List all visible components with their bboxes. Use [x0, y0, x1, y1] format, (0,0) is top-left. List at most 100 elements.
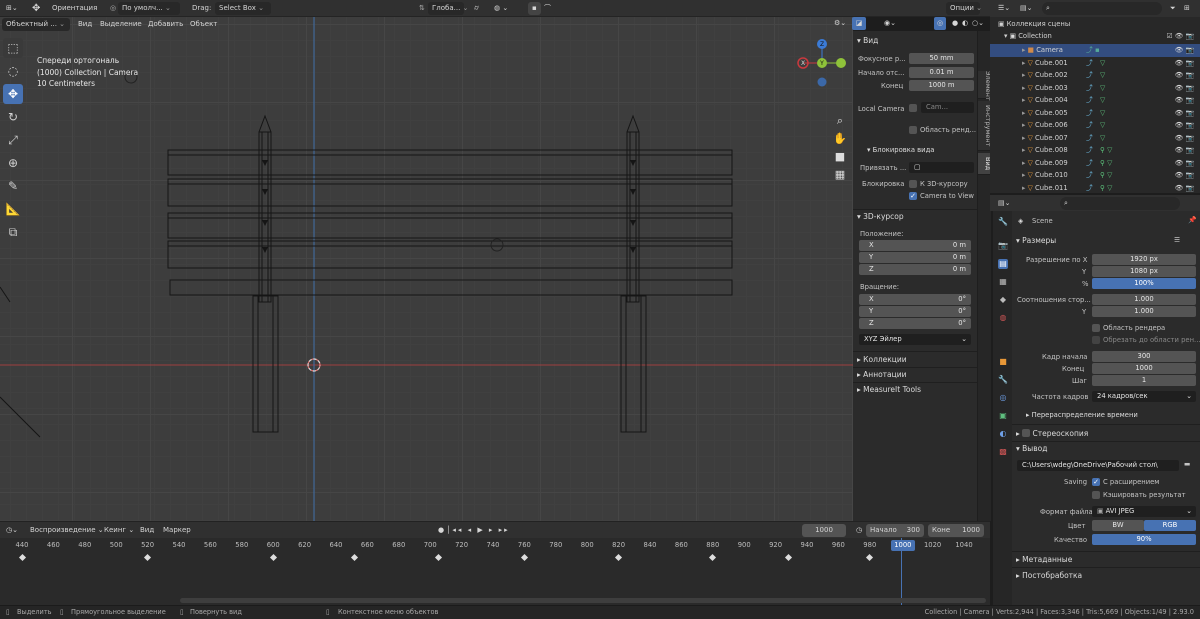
color-rgb-button[interactable]: RGB	[1144, 520, 1196, 531]
cursor-rot-y[interactable]: Y 0°	[859, 306, 971, 317]
keyframe-diamond[interactable]	[866, 553, 874, 562]
view-menu[interactable]: Вид	[74, 18, 96, 31]
visibility-toggles[interactable]: 👁 📷	[1175, 132, 1194, 145]
expand-icon[interactable]: ▸	[1022, 171, 1025, 179]
frame-step-field[interactable]: 1	[1092, 375, 1196, 386]
annotations-panel-header[interactable]: ▸ Аннотации	[857, 370, 907, 379]
add-menu[interactable]: Добавить	[144, 18, 187, 31]
outliner-item[interactable]: ▸ ▽ Cube.007 ⤴ ▽ 👁 📷	[990, 132, 1200, 145]
fps-dropdown[interactable]: 24 кадров/сек ⌄	[1092, 391, 1196, 402]
visibility-toggles[interactable]: 👁 📷	[1175, 144, 1194, 157]
pin-icon[interactable]: 📌	[1188, 216, 1196, 224]
transform-gizmo-icon[interactable]: ✥	[28, 2, 44, 15]
orientation-icon[interactable]: ⇅	[415, 2, 429, 15]
frame-start-field[interactable]: Начало 300	[866, 524, 924, 537]
clip-end-field[interactable]: 1000 m	[909, 80, 974, 91]
display-mode-icon[interactable]: ▤⌄	[1016, 2, 1036, 15]
pivot-dropdown[interactable]: По умолч...	[118, 2, 180, 15]
cursor-panel-header[interactable]: ▾ 3D-курсор	[857, 212, 904, 221]
scene-collection-row[interactable]: ▣ Коллекция сцены	[990, 18, 1200, 31]
frame-start-field[interactable]: 300	[1092, 351, 1196, 362]
timeline[interactable]: 440 460 480 500 520 540 560 580 600 620 640 660 680 7…	[0, 538, 990, 605]
cursor-loc-z[interactable]: Z 0 m	[859, 264, 971, 275]
outliner-item[interactable]: ▸ ■ Camera ⤴ ▪ 👁 📷	[990, 44, 1200, 57]
keying-menu[interactable]: Кеинг ⌄	[100, 524, 138, 537]
data-tab-icon[interactable]: ◐	[998, 429, 1008, 439]
keyframe-diamond[interactable]	[784, 553, 792, 562]
presets-icon[interactable]: ☰	[1174, 236, 1180, 244]
measure-tool-icon[interactable]: 📐	[3, 199, 23, 219]
filter-icon[interactable]: ⏷	[1166, 2, 1180, 15]
outliner-search[interactable]: ⌕	[1042, 2, 1162, 15]
crop-region-checkbox[interactable]	[1092, 336, 1100, 344]
lock-to-object-field[interactable]: ▢	[909, 162, 974, 173]
snap-icon[interactable]: ⌭	[470, 2, 483, 15]
expand-icon[interactable]: ▸	[1022, 121, 1025, 129]
playhead-frame[interactable]: 1000	[891, 540, 915, 551]
outliner-item[interactable]: ▸ ▽ Cube.001 ⤴ ▽ 👁 📷	[990, 57, 1200, 70]
mode-dropdown[interactable]: Объектный ...	[2, 18, 70, 31]
editor-type-icon[interactable]: ⊞⌄	[2, 2, 22, 15]
add-cube-tool-icon[interactable]: ⧉	[3, 222, 23, 242]
keyframe-diamond[interactable]	[351, 553, 359, 562]
collection-row[interactable]: ▾ ▣ Collection ☑ 👁 📷	[990, 30, 1200, 43]
wireframe-shading-icon[interactable]: ◎	[934, 17, 946, 30]
visibility-toggles[interactable]: 👁 📷	[1175, 169, 1194, 182]
cache-result-checkbox[interactable]	[1092, 491, 1100, 499]
outliner-item[interactable]: ▸ ▽ Cube.009 ⤴ ⚲ ▽ 👁 📷	[990, 157, 1200, 170]
visibility-toggles[interactable]: 👁 📷	[1175, 119, 1194, 132]
overlays-icon[interactable]: ◉⌄	[880, 17, 900, 30]
outliner-editor-icon[interactable]: ☰⌄	[994, 2, 1014, 15]
keyframe-diamond[interactable]	[144, 553, 152, 562]
preview-range-icon[interactable]: ◷	[852, 524, 866, 537]
expand-icon[interactable]: ▸	[1022, 159, 1025, 167]
local-camera-field[interactable]: Cam...	[921, 102, 974, 113]
res-pct-field[interactable]: 100%	[1092, 278, 1196, 289]
outliner-item[interactable]: ▸ ▽ Cube.006 ⤴ ▽ 👁 📷	[990, 119, 1200, 132]
marker-menu[interactable]: Маркер	[159, 524, 195, 537]
visibility-toggles[interactable]: 👁 📷	[1175, 57, 1194, 70]
transform-orientation-dropdown[interactable]: Глоба...	[428, 2, 464, 15]
new-collection-icon[interactable]: ⊞	[1180, 2, 1194, 15]
keyframe-diamond[interactable]	[18, 553, 26, 562]
aspect-x-field[interactable]: 1.000	[1092, 294, 1196, 305]
outliner-item[interactable]: ▸ ▽ Cube.003 ⤴ ▽ 👁 📷	[990, 82, 1200, 95]
camera-view-icon[interactable]: ■	[831, 148, 849, 166]
world-tab-icon[interactable]: ◍	[998, 313, 1008, 323]
measureit-panel-header[interactable]: ▸ MeasureIt Tools	[857, 385, 921, 394]
expand-icon[interactable]: ▸	[1022, 96, 1025, 104]
tool-tab-icon[interactable]: 🔧	[998, 217, 1008, 227]
timeline-editor-icon[interactable]: ◷⌄	[2, 524, 22, 537]
keyframe-diamond[interactable]	[269, 553, 277, 562]
local-camera-checkbox[interactable]	[909, 104, 917, 112]
modifier-tab-icon[interactable]: 🔧	[998, 375, 1008, 385]
visibility-toggles[interactable]: 👁 📷	[1175, 69, 1194, 82]
rendered-shading-icon[interactable]: ○⌄	[968, 17, 988, 30]
view-lock-subpanel[interactable]: ▾ Блокировка вида	[867, 146, 934, 154]
res-y-field[interactable]: 1080 px	[1092, 266, 1196, 277]
visibility-toggles[interactable]: 👁 📷	[1175, 82, 1194, 95]
current-frame-field[interactable]: 1000	[802, 524, 846, 537]
rotation-mode-dropdown[interactable]: XYZ Эйлер ⌄	[859, 334, 971, 345]
render-region-checkbox[interactable]	[1092, 324, 1100, 332]
falloff-icon[interactable]: ⌒	[540, 2, 555, 15]
expand-icon[interactable]: ▸	[1022, 59, 1025, 67]
frame-end-field[interactable]: Коне 1000	[928, 524, 984, 537]
keyframe-diamond[interactable]	[520, 553, 528, 562]
output-path-field[interactable]: C:\Users\wdeg\OneDrive\Рабочий стол\	[1017, 460, 1179, 471]
expand-icon[interactable]: ▸	[1022, 109, 1025, 117]
move-tool-icon[interactable]: ✥	[3, 84, 23, 104]
cursor-loc-x[interactable]: X 0 m	[859, 240, 971, 251]
view-panel-title[interactable]: ▾ Вид	[857, 36, 878, 45]
select-box-tool-icon[interactable]: ⬚	[3, 38, 23, 58]
postprocessing-panel-header[interactable]: ▸ Постобработка	[1016, 571, 1082, 580]
expand-icon[interactable]: ▸	[1022, 71, 1025, 79]
rotate-tool-icon[interactable]: ↻	[3, 107, 23, 127]
output-tab-icon[interactable]: ▤	[998, 259, 1008, 269]
collection-toggles[interactable]: ☑ 👁 📷	[1166, 30, 1194, 43]
keyframe-diamond[interactable]	[615, 553, 623, 562]
expand-icon[interactable]: ▸	[1022, 134, 1025, 142]
playback-menu[interactable]: Воспроизведение ⌄	[26, 524, 108, 537]
scene-tab-icon[interactable]: ◆	[998, 295, 1008, 305]
properties-editor-icon[interactable]: ▤⌄	[994, 197, 1014, 210]
